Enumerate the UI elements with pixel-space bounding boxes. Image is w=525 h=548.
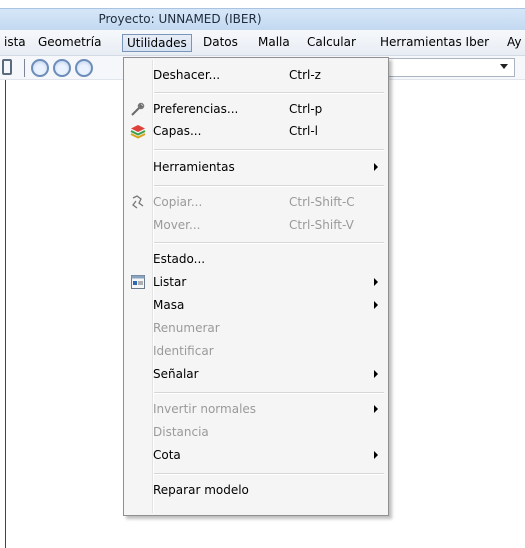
menu-item-label: Copiar... — [153, 195, 203, 209]
menu-item-shortcut: Ctrl-Shift-V — [289, 218, 354, 232]
menu-vista[interactable]: ista — [0, 34, 30, 52]
rotate-icon[interactable] — [53, 59, 71, 77]
window-title: Proyecto: UNNAMED (IBER) — [98, 12, 262, 26]
menu-geometria[interactable]: Geometría — [34, 34, 105, 52]
menu-item-label: Masa — [153, 298, 185, 312]
menu-item-deshacer[interactable]: Deshacer... Ctrl-z — [126, 64, 386, 86]
submenu-arrow-icon — [374, 451, 378, 459]
utilidades-dropdown: Deshacer... Ctrl-z Preferencias... Ctrl-… — [123, 57, 389, 516]
menu-item-label: Herramientas — [153, 160, 235, 174]
menu-item-shortcut: Ctrl-Shift-C — [289, 195, 355, 209]
menu-separator — [154, 242, 384, 244]
layers-icon — [130, 125, 146, 139]
menu-item-label: Cota — [153, 448, 181, 462]
menu-item-label: Invertir normales — [153, 402, 257, 416]
menu-item-label: Renumerar — [153, 321, 220, 335]
submenu-arrow-icon — [374, 301, 378, 309]
menu-item-label: Identificar — [153, 344, 214, 358]
menu-separator — [154, 92, 384, 94]
menu-utilidades[interactable]: Utilidades — [122, 34, 192, 52]
menu-item-label: Listar — [153, 275, 187, 289]
menu-item-distancia[interactable]: Distancia — [126, 421, 386, 443]
submenu-arrow-icon — [374, 370, 378, 378]
menu-calcular[interactable]: Calcular — [303, 34, 360, 52]
menu-separator — [154, 392, 384, 394]
menu-item-capas[interactable]: Capas... Ctrl-l — [126, 120, 386, 142]
menu-item-masa[interactable]: Masa — [126, 294, 386, 316]
pan-icon[interactable] — [75, 59, 93, 77]
toolbar-separator — [24, 59, 25, 77]
menu-item-label: Capas... — [153, 124, 202, 138]
menu-item-renumerar[interactable]: Renumerar — [126, 317, 386, 339]
menu-item-label: Reparar modelo — [153, 483, 249, 497]
menu-item-preferencias[interactable]: Preferencias... Ctrl-p — [126, 98, 386, 120]
toolbar-edge-icon[interactable] — [2, 59, 12, 75]
menu-item-invertir-normales[interactable]: Invertir normales — [126, 398, 386, 420]
menu-item-label: Señalar — [153, 367, 199, 381]
menu-item-shortcut: Ctrl-z — [289, 68, 321, 82]
menu-ayuda[interactable]: Ay — [503, 34, 525, 52]
menu-item-cota[interactable]: Cota — [126, 444, 386, 466]
submenu-arrow-icon — [374, 278, 378, 286]
submenu-arrow-icon — [374, 163, 378, 171]
menu-item-reparar-modelo[interactable]: Reparar modelo — [126, 479, 386, 501]
menu-separator — [154, 185, 384, 187]
menu-item-label: Deshacer... — [153, 68, 221, 82]
menu-item-herramientas[interactable]: Herramientas — [126, 156, 386, 178]
menu-item-identificar[interactable]: Identificar — [126, 340, 386, 362]
drawing-area-border — [5, 80, 6, 548]
list-icon — [131, 275, 145, 289]
menu-item-listar[interactable]: Listar — [126, 271, 386, 293]
preferences-icon — [131, 102, 145, 116]
menu-separator — [154, 149, 384, 151]
menu-item-shortcut: Ctrl-l — [289, 124, 319, 138]
menu-item-label: Estado... — [153, 252, 206, 266]
submenu-arrow-icon — [374, 405, 378, 413]
menu-herramientas-iber[interactable]: Herramientas Iber — [376, 34, 493, 52]
menu-separator — [154, 473, 384, 475]
menu-item-label: Preferencias... — [153, 102, 239, 116]
zoom-icon[interactable] — [31, 59, 49, 77]
menu-item-senalar[interactable]: Señalar — [126, 363, 386, 385]
menu-malla[interactable]: Malla — [254, 34, 294, 52]
chevron-down-icon — [500, 64, 508, 69]
copy-icon — [132, 195, 144, 209]
menu-item-shortcut: Ctrl-p — [289, 102, 323, 116]
menu-datos[interactable]: Datos — [199, 34, 242, 52]
menu-bar: ista Geometría Utilidades Datos Malla Ca… — [0, 30, 525, 56]
menu-item-mover[interactable]: Mover... Ctrl-Shift-V — [126, 214, 386, 236]
menu-item-label: Mover... — [153, 218, 201, 232]
layer-select[interactable] — [385, 58, 515, 77]
menu-item-copiar[interactable]: Copiar... Ctrl-Shift-C — [126, 191, 386, 213]
title-bar: Proyecto: UNNAMED (IBER) — [0, 8, 525, 30]
menu-item-label: Distancia — [153, 425, 209, 439]
menu-item-estado[interactable]: Estado... — [126, 248, 386, 270]
